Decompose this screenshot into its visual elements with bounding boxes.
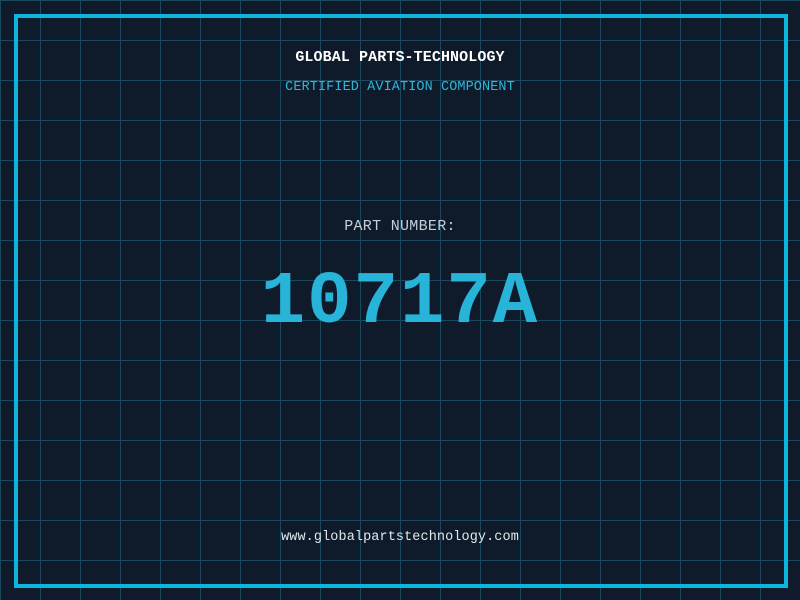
part-number-label: PART NUMBER: bbox=[344, 218, 456, 235]
part-number-value: 10717A bbox=[260, 261, 540, 345]
company-name: GLOBAL PARTS-TECHNOLOGY bbox=[295, 49, 505, 66]
website-url: www.globalpartstechnology.com bbox=[281, 530, 519, 545]
part-label-page: GLOBAL PARTS-TECHNOLOGY CERTIFIED AVIATI… bbox=[0, 0, 800, 600]
certification-subtitle: CERTIFIED AVIATION COMPONENT bbox=[285, 80, 515, 95]
